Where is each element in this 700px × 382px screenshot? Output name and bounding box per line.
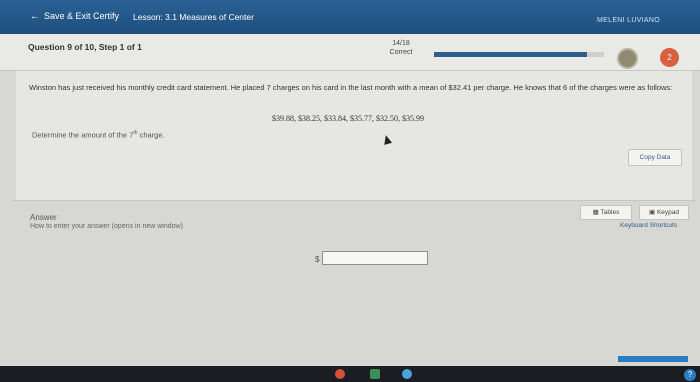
progress-fill xyxy=(434,52,587,57)
table-icon: ▦ xyxy=(592,209,599,216)
progress-bar xyxy=(434,52,604,57)
user-name[interactable]: MELENI LUVIANO xyxy=(597,17,660,24)
tables-label: Tables xyxy=(600,209,620,216)
keypad-icon: ▣ xyxy=(648,209,656,216)
notification-badge[interactable]: 2 xyxy=(660,48,679,67)
score-status: Correct xyxy=(389,49,413,56)
app-icon[interactable] xyxy=(370,369,380,379)
keyboard-shortcuts-link[interactable]: Keyboard Shortcuts xyxy=(620,222,677,229)
prompt-tail: charge. xyxy=(137,130,165,140)
submit-bar[interactable] xyxy=(618,356,688,362)
section-divider xyxy=(12,200,696,201)
help-icon[interactable]: ? xyxy=(684,369,696,381)
how-to-link[interactable]: How to enter your answer (opens in new w… xyxy=(30,223,183,230)
lesson-title: Lesson: 3.1 Measures of Center xyxy=(133,12,254,22)
app-icon[interactable] xyxy=(402,369,412,379)
question-prompt: Determine the amount of the 7th charge. xyxy=(32,130,165,140)
back-arrow-icon: ← xyxy=(30,11,40,22)
score-display: 14/18 Correct xyxy=(383,39,419,57)
keypad-button[interactable]: ▣ Keypad xyxy=(639,205,689,220)
top-bar: ← Save & Exit Certify Lesson: 3.1 Measure… xyxy=(0,0,700,34)
taskbar xyxy=(0,366,700,382)
problem-text: Winston has just received his monthly cr… xyxy=(29,83,673,92)
charge-values: $39.88, $38.25, $33.84, $35.77, $32.50, … xyxy=(272,114,424,123)
question-header: Question 9 of 10, Step 1 of 1 14/18 Corr… xyxy=(0,34,700,71)
save-exit-button[interactable]: ← Save & Exit Certify xyxy=(30,11,119,22)
answer-label: Answer xyxy=(30,213,57,222)
currency-symbol: $ xyxy=(315,255,320,264)
prompt-text: Determine the amount of the xyxy=(32,130,130,140)
tables-button[interactable]: ▦ Tables xyxy=(580,205,632,220)
app-icon[interactable] xyxy=(335,369,345,379)
keypad-label: Keypad xyxy=(656,209,679,216)
answer-input[interactable] xyxy=(322,251,428,265)
achievement-badge-icon[interactable] xyxy=(617,48,638,69)
copy-data-button[interactable]: Copy Data xyxy=(628,149,682,166)
score-value: 14/18 xyxy=(392,40,410,47)
save-exit-label: Save & Exit Certify xyxy=(44,11,120,21)
question-title: Question 9 of 10, Step 1 of 1 xyxy=(28,42,142,52)
